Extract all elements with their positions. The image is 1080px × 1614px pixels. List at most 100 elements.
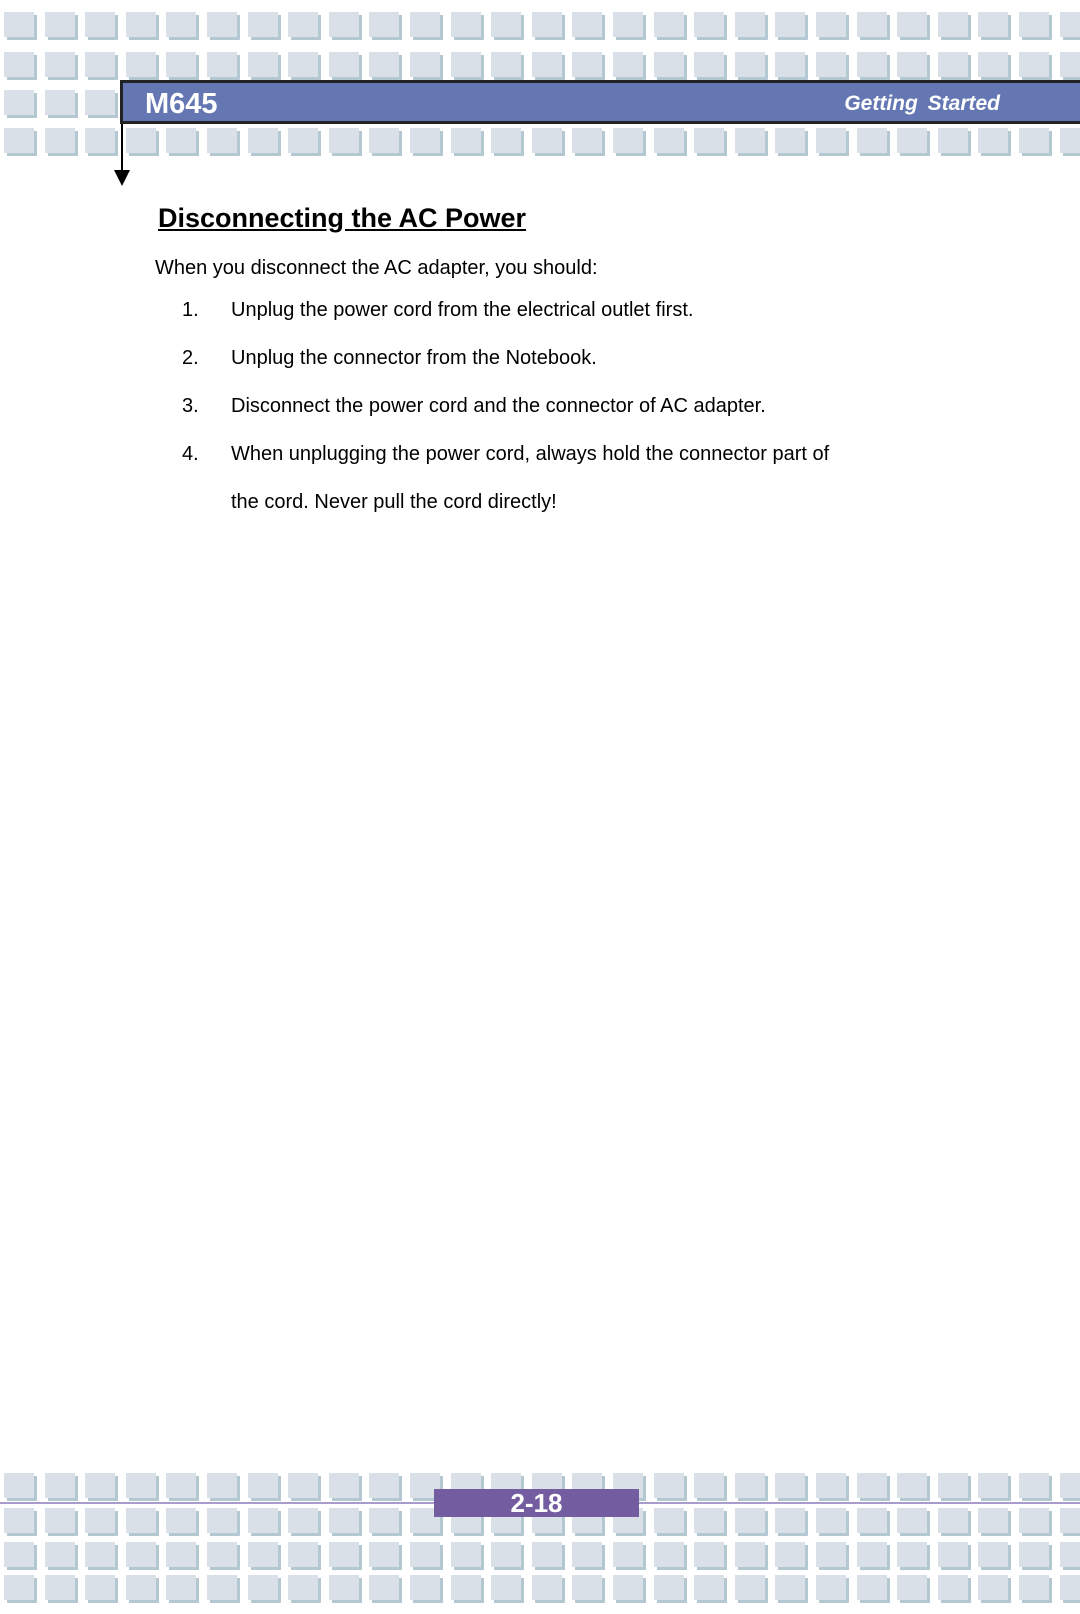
- grid-tile: [369, 1542, 399, 1567]
- grid-tile: [532, 1575, 562, 1600]
- grid-tile: [897, 52, 927, 77]
- grid-tile: [532, 52, 562, 77]
- grid-tile: [735, 1542, 765, 1567]
- grid-tile: [1060, 1473, 1080, 1498]
- grid-tile: [1019, 1575, 1049, 1600]
- grid-tile: [897, 128, 927, 153]
- grid-tile: [451, 1542, 481, 1567]
- grid-tile: [410, 1575, 440, 1600]
- grid-tile: [857, 128, 887, 153]
- grid-tile: [207, 12, 237, 37]
- grid-tile: [978, 1542, 1008, 1567]
- grid-tile: [938, 1575, 968, 1600]
- grid-tile: [4, 1542, 34, 1567]
- grid-tile: [369, 52, 399, 77]
- grid-tile: [45, 128, 75, 153]
- grid-tile: [694, 1473, 724, 1498]
- grid-tile: [410, 128, 440, 153]
- grid-tile: [491, 52, 521, 77]
- grid-tile: [938, 1508, 968, 1533]
- grid-tile: [857, 52, 887, 77]
- grid-tile: [775, 1508, 805, 1533]
- grid-tile: [938, 52, 968, 77]
- grid-tile: [654, 12, 684, 37]
- grid-tile: [491, 1542, 521, 1567]
- grid-tile: [938, 12, 968, 37]
- grid-tile: [166, 52, 196, 77]
- grid-tile: [288, 128, 318, 153]
- list-number: 4.: [182, 443, 199, 465]
- grid-tile: [694, 1508, 724, 1533]
- grid-tile: [166, 12, 196, 37]
- grid-tile: [613, 52, 643, 77]
- grid-tile: [4, 90, 34, 115]
- grid-tile: [572, 128, 602, 153]
- grid-tile: [978, 52, 1008, 77]
- grid-tile: [85, 90, 115, 115]
- grid-tile: [329, 1575, 359, 1600]
- grid-tile: [978, 1473, 1008, 1498]
- grid-tile: [248, 1473, 278, 1498]
- grid-tile: [897, 1542, 927, 1567]
- grid-tile: [654, 1473, 684, 1498]
- grid-tile: [1060, 128, 1080, 153]
- grid-tile: [978, 1508, 1008, 1533]
- grid-tile: [572, 1542, 602, 1567]
- grid-tile: [85, 52, 115, 77]
- grid-tile: [207, 52, 237, 77]
- arrow-down-icon: [114, 170, 130, 186]
- grid-tile: [85, 12, 115, 37]
- grid-tile: [897, 1473, 927, 1498]
- grid-tile: [126, 128, 156, 153]
- grid-tile: [369, 1473, 399, 1498]
- grid-tile: [126, 1575, 156, 1600]
- grid-tile: [4, 128, 34, 153]
- grid-tile: [45, 1473, 75, 1498]
- grid-tile: [85, 1473, 115, 1498]
- grid-tile: [1060, 12, 1080, 37]
- grid-tile: [329, 52, 359, 77]
- grid-tile: [816, 1473, 846, 1498]
- grid-tile: [735, 1473, 765, 1498]
- grid-tile: [816, 1508, 846, 1533]
- grid-tile: [1060, 1575, 1080, 1600]
- list-text: the cord. Never pull the cord directly!: [231, 491, 557, 513]
- grid-tile: [451, 1575, 481, 1600]
- grid-tile: [126, 1473, 156, 1498]
- grid-tile: [857, 1508, 887, 1533]
- grid-tile: [613, 1575, 643, 1600]
- grid-tile: [735, 12, 765, 37]
- grid-tile: [126, 1508, 156, 1533]
- grid-tile: [288, 1575, 318, 1600]
- grid-tile: [857, 1575, 887, 1600]
- grid-tile: [329, 1542, 359, 1567]
- grid-tile: [329, 1473, 359, 1498]
- grid-tile: [248, 1542, 278, 1567]
- grid-tile: [288, 1542, 318, 1567]
- grid-tile: [897, 1508, 927, 1533]
- grid-tile: [897, 12, 927, 37]
- grid-tile: [85, 1575, 115, 1600]
- grid-tile: [978, 1575, 1008, 1600]
- grid-tile: [288, 52, 318, 77]
- grid-tile: [85, 1508, 115, 1533]
- grid-tile: [166, 128, 196, 153]
- grid-tile: [978, 128, 1008, 153]
- grid-tile: [654, 1575, 684, 1600]
- grid-tile: [410, 12, 440, 37]
- grid-tile: [978, 12, 1008, 37]
- grid-tile: [369, 12, 399, 37]
- grid-tile: [613, 12, 643, 37]
- grid-tile: [816, 128, 846, 153]
- grid-tile: [288, 12, 318, 37]
- grid-tile: [126, 52, 156, 77]
- grid-tile: [248, 128, 278, 153]
- grid-tile: [329, 12, 359, 37]
- grid-tile: [4, 12, 34, 37]
- grid-tile: [1019, 128, 1049, 153]
- grid-tile: [207, 1473, 237, 1498]
- list-number: 1.: [182, 299, 199, 321]
- grid-tile: [248, 1575, 278, 1600]
- grid-tile: [4, 1575, 34, 1600]
- grid-tile: [694, 1575, 724, 1600]
